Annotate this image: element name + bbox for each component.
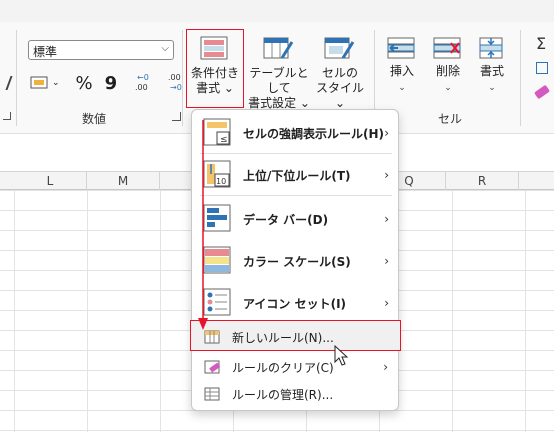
cell-styles-button[interactable]: セルの スタイル ⌄ (312, 36, 368, 111)
cell-styles-label-2: スタイル ⌄ (315, 81, 364, 110)
submenu-arrow-icon: › (384, 212, 389, 226)
chevron-down-icon: ⌄ (444, 83, 452, 93)
insert-cells-icon (387, 37, 415, 59)
column-header-m[interactable]: M (87, 172, 160, 190)
column-header-r[interactable]: R (446, 172, 519, 190)
menu-item-icon-sets[interactable]: アイコン セット(I) › (193, 284, 399, 322)
cell-styles-icon (324, 37, 355, 59)
increase-decimal-button[interactable]: ←0.00 (131, 72, 153, 95)
autosum-icon[interactable]: Σ (536, 34, 546, 53)
group-separator (16, 30, 17, 126)
menu-item-top-bottom-rules[interactable]: 10 上位/下位ルール(T) › (193, 156, 399, 194)
number-launcher-icon[interactable] (172, 112, 181, 121)
currency-icon (30, 76, 48, 89)
submenu-arrow-icon: › (384, 254, 389, 268)
conditional-formatting-button[interactable]: 条件付き 書式 ⌄ (189, 36, 241, 96)
fill-icon[interactable] (536, 62, 548, 74)
menu-item-data-bars[interactable]: データ バー(D) › (193, 200, 399, 238)
menu-item-label: ルールのクリア(C) (232, 360, 334, 375)
alignment-launcher-icon[interactable] (3, 112, 11, 120)
menu-item-label: 上位/下位ルール(T) (243, 168, 351, 183)
menu-item-label: セルの強調表示ルール(H) (243, 126, 385, 141)
number-group-label: 数値 (82, 112, 107, 126)
chevron-down-icon: ⌄ (398, 83, 406, 93)
mouse-cursor-icon (334, 345, 349, 366)
title-strip (0, 0, 554, 22)
annotation-arrow-icon (198, 120, 208, 330)
group-separator (520, 30, 521, 126)
menu-item-new-rule[interactable]: 新しいルール(N)... (192, 324, 398, 350)
menu-separator (200, 153, 392, 154)
menu-item-highlight-cells-rules[interactable]: ≤ セルの強調表示ルール(H) › (193, 114, 399, 152)
format-label: 書式 (479, 64, 504, 78)
menu-item-manage-rules[interactable]: ルールの管理(R)... (192, 381, 398, 407)
menu-item-label: ルールの管理(R)... (232, 387, 334, 402)
increase-decimal-icon: ←0.00 (135, 73, 149, 92)
format-cells-icon (479, 37, 503, 59)
svg-text:≤: ≤ (220, 135, 228, 145)
chevron-down-icon: ⌄ (488, 83, 496, 93)
delete-cells-icon (433, 37, 461, 59)
cells-group-label: セル (438, 112, 463, 126)
menu-item-color-scales[interactable]: カラー スケール(S) › (193, 242, 399, 280)
conditional-formatting-label-1: 条件付き (190, 66, 239, 80)
submenu-arrow-icon: › (384, 126, 389, 140)
number-format-value: 標準 (33, 45, 58, 59)
submenu-arrow-icon: › (384, 168, 389, 182)
conditional-formatting-label-2: 書式 ⌄ (196, 81, 234, 95)
menu-separator (200, 195, 392, 196)
comma-style-button[interactable]: 9 (105, 73, 118, 94)
menu-item-label: カラー スケール(S) (243, 254, 351, 269)
manage-rules-icon (204, 387, 220, 401)
menu-item-label: アイコン セット(I) (243, 296, 347, 311)
delete-cells-button[interactable]: 削除 ⌄ (428, 36, 468, 96)
number-format-dropdown[interactable]: 標準 ⌵ (28, 40, 174, 60)
delete-label: 削除 (435, 64, 460, 78)
decrease-decimal-icon: .00→0 (168, 73, 182, 92)
chevron-down-icon: ⌄ (52, 78, 60, 88)
menu-item-clear-rules[interactable]: ルールのクリア(C) › (192, 354, 398, 380)
group-separator (182, 30, 183, 126)
column-header-l[interactable]: L (14, 172, 87, 190)
format-as-table-label-2: 書式設定 ⌄ (248, 96, 310, 110)
svg-text:.00: .00 (168, 73, 181, 82)
format-cells-button[interactable]: 書式 ⌄ (472, 36, 512, 96)
percent-button[interactable]: % (76, 73, 93, 94)
conditional-formatting-icon (200, 36, 228, 60)
svg-text:←0: ←0 (137, 73, 149, 82)
menu-item-label: 新しいルール(N)... (232, 330, 334, 345)
format-as-table-button[interactable]: テーブルとして 書式設定 ⌄ (244, 36, 314, 111)
cell-styles-label-1: セルの (321, 66, 358, 80)
menu-item-label: データ バー(D) (243, 212, 329, 227)
chevron-down-icon: ⌵ (161, 43, 169, 54)
svg-text:.00: .00 (135, 83, 148, 92)
svg-text:→0: →0 (170, 83, 182, 92)
format-as-table-icon (263, 37, 294, 59)
submenu-arrow-icon: › (383, 360, 388, 374)
insert-label: 挿入 (389, 64, 414, 78)
insert-cells-button[interactable]: 挿入 ⌄ (382, 36, 422, 96)
number-buttons-row: ⌄ % 9 ←0.00 .00 →0 (30, 72, 187, 94)
decrease-decimal-button[interactable]: .00 →0 (165, 72, 187, 95)
format-as-table-label-1: テーブルとして (249, 66, 309, 95)
accounting-format-button[interactable]: ⌄ (30, 75, 60, 91)
svg-text:10: 10 (216, 177, 226, 186)
submenu-arrow-icon: › (384, 296, 389, 310)
clear-rules-icon (204, 360, 220, 374)
